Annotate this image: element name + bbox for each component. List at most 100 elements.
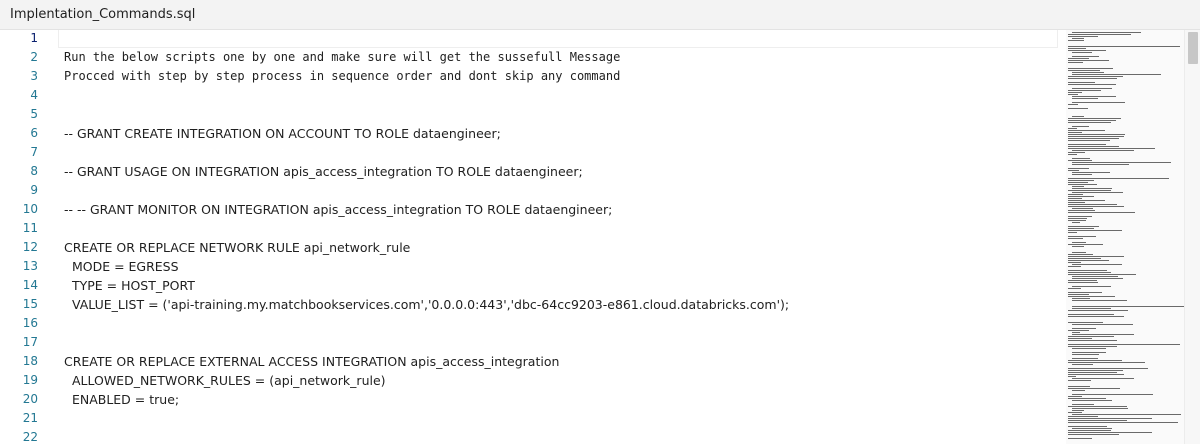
minimap-line [1072,408,1128,409]
minimap-line [1068,292,1102,293]
minimap-line [1072,192,1123,193]
code-line[interactable]: 21 [0,409,1062,428]
minimap-line [1068,422,1178,423]
line-text[interactable]: TYPE = HOST_PORT [64,276,195,295]
code-line[interactable]: 16 [0,314,1062,333]
line-text[interactable]: -- -- GRANT MONITOR ON INTEGRATION apis_… [64,200,612,219]
minimap-line [1072,186,1084,187]
minimap-line [1072,276,1118,277]
minimap-line [1068,426,1107,427]
minimap-line [1072,38,1084,39]
minimap-line [1068,316,1124,317]
code-line[interactable]: 1 [0,30,1062,48]
minimap-line [1068,314,1114,315]
vertical-scrollbar[interactable] [1184,30,1200,444]
minimap-line [1068,226,1099,227]
minimap-line [1068,130,1105,131]
code-line[interactable]: 19 ALLOWED_NETWORK_RULES = (api_network_… [0,371,1062,390]
file-tab-title[interactable]: Implentation_Commands.sql [10,7,195,22]
minimap-line [1068,430,1111,431]
minimap-line [1072,162,1171,163]
code-line[interactable]: 20 ENABLED = true; [0,390,1062,409]
code-line[interactable]: 17 [0,333,1062,352]
minimap-line [1068,412,1082,413]
scrollbar-thumb[interactable] [1188,32,1198,64]
code-line[interactable]: 9 [0,181,1062,200]
minimap-line [1068,372,1117,373]
minimap-line [1068,260,1109,261]
line-number: 2 [30,50,38,64]
line-text[interactable]: Procced with step by step process in seq… [64,67,620,86]
line-text[interactable]: ENABLED = true; [64,390,179,409]
code-line[interactable]: 4 [0,86,1062,105]
minimap-line [1068,36,1098,37]
line-number: 10 [22,202,38,216]
minimap-line [1072,354,1099,355]
minimap-line [1068,198,1082,199]
code-editor[interactable]: 1 2 Run the below scripts one by one and m… [0,30,1062,444]
minimap-line [1068,220,1086,221]
line-text[interactable]: VALUE_LIST = ('api-training.my.matchbook… [64,295,789,314]
minimap-line [1072,74,1161,75]
code-line[interactable]: 13 MODE = EGRESS [0,257,1062,276]
line-number: 9 [30,183,38,197]
line-number: 5 [30,107,38,121]
minimap-line [1068,68,1113,69]
line-text[interactable]: MODE = EGRESS [64,257,179,276]
minimap-line [1068,244,1103,245]
code-line[interactable]: 18 CREATE OR REPLACE EXTERNAL ACCESS INTE… [0,352,1062,371]
code-line[interactable]: 11 [0,219,1062,238]
minimap-line [1072,348,1106,349]
minimap-line [1068,266,1081,267]
minimap-line [1068,322,1103,323]
code-line[interactable]: 2 Run the below scripts one by one and ma… [0,48,1062,67]
line-number: 6 [30,126,38,140]
minimap-line [1068,178,1169,179]
minimap-line [1068,202,1085,203]
minimap-line [1068,170,1079,171]
minimap-line [1068,92,1082,93]
code-line[interactable]: 15 VALUE_LIST = ('api-training.my.matchb… [0,295,1062,314]
code-line[interactable]: 10 -- -- GRANT MONITOR ON INTEGRATION api… [0,200,1062,219]
current-line-highlight [58,30,1058,48]
line-number: 16 [22,316,38,330]
code-line[interactable]: 7 [0,143,1062,162]
minimap-line [1068,388,1120,389]
minimap-line [1072,246,1084,247]
minimap-line [1068,182,1088,183]
minimap-line [1072,414,1181,415]
line-text[interactable]: CREATE OR REPLACE EXTERNAL ACCESS INTEGR… [64,352,559,371]
code-line[interactable]: 12 CREATE OR REPLACE NETWORK RULE api_net… [0,238,1062,257]
minimap-line [1068,136,1124,137]
minimap-line [1072,328,1096,329]
code-line[interactable]: 8 -- GRANT USAGE ON INTEGRATION apis_acce… [0,162,1062,181]
minimap-line [1072,394,1153,395]
code-line[interactable]: 5 [0,105,1062,124]
line-text[interactable]: -- GRANT CREATE INTEGRATION ON ACCOUNT T… [64,124,501,143]
code-line[interactable]: 22 [0,428,1062,444]
code-line[interactable]: 14 TYPE = HOST_PORT [0,276,1062,295]
minimap-line [1068,152,1085,153]
line-number: 12 [22,240,38,254]
line-number: 7 [30,145,38,159]
minimap-line [1068,46,1180,47]
line-text[interactable]: ALLOWED_NETWORK_RULES = (api_network_rul… [64,371,386,390]
line-text[interactable]: CREATE OR REPLACE NETWORK RULE api_netwo… [64,238,410,257]
minimap-line [1072,172,1110,173]
minimap[interactable] [1066,30,1184,444]
code-line[interactable]: 3 Procced with step by step process in se… [0,67,1062,86]
minimap-line [1072,188,1112,189]
minimap-line [1072,378,1134,379]
line-text[interactable]: Run the below scripts one by one and mak… [64,48,620,67]
minimap-line [1068,154,1077,155]
minimap-line [1068,344,1180,345]
minimap-line [1068,432,1152,433]
minimap-line [1068,434,1119,435]
tab-bar: Implentation_Commands.sql [0,0,1200,30]
minimap-line [1068,76,1123,77]
minimap-line [1068,90,1101,91]
code-line[interactable]: 6 -- GRANT CREATE INTEGRATION ON ACCOUNT … [0,124,1062,143]
minimap-line [1068,194,1083,195]
minimap-line [1068,338,1092,339]
line-text[interactable]: -- GRANT USAGE ON INTEGRATION apis_acces… [64,162,583,181]
